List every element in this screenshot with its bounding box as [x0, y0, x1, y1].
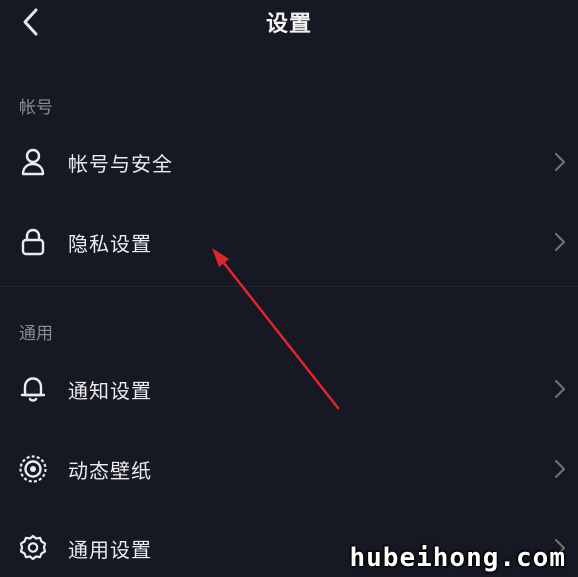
menu-item-label: 帐号与安全 [68, 152, 173, 176]
menu-item-notification-settings[interactable]: 通知设置 [0, 359, 578, 419]
menu-item-label: 通用设置 [68, 538, 152, 562]
menu-item-live-wallpaper[interactable]: 动态壁纸 [0, 439, 578, 499]
user-icon [18, 147, 48, 177]
section-header-general: 通用 [19, 324, 53, 344]
page-title: 设置 [265, 12, 312, 37]
top-bar: 设置 [0, 0, 578, 46]
menu-item-privacy-settings[interactable]: 隐私设置 [0, 212, 578, 272]
menu-item-label: 隐私设置 [68, 232, 152, 256]
lock-icon [18, 227, 48, 257]
chevron-right-icon [554, 379, 566, 399]
menu-item-label: 通知设置 [68, 379, 152, 403]
menu-item-label: 动态壁纸 [68, 459, 152, 483]
section-divider [0, 286, 578, 287]
gear-icon [18, 533, 48, 563]
chevron-right-icon [554, 459, 566, 479]
settings-screen: 设置 帐号 帐号与安全 隐私设置 通用 通知设置 动态壁纸 通用设置 hubei… [0, 0, 578, 577]
chevron-right-icon [554, 152, 566, 172]
chevron-right-icon [554, 232, 566, 252]
bell-icon [18, 374, 48, 404]
section-header-account: 帐号 [19, 98, 53, 118]
live-wallpaper-icon [18, 454, 48, 484]
watermark: hubeihong.com [349, 543, 566, 573]
menu-item-account-security[interactable]: 帐号与安全 [0, 132, 578, 192]
